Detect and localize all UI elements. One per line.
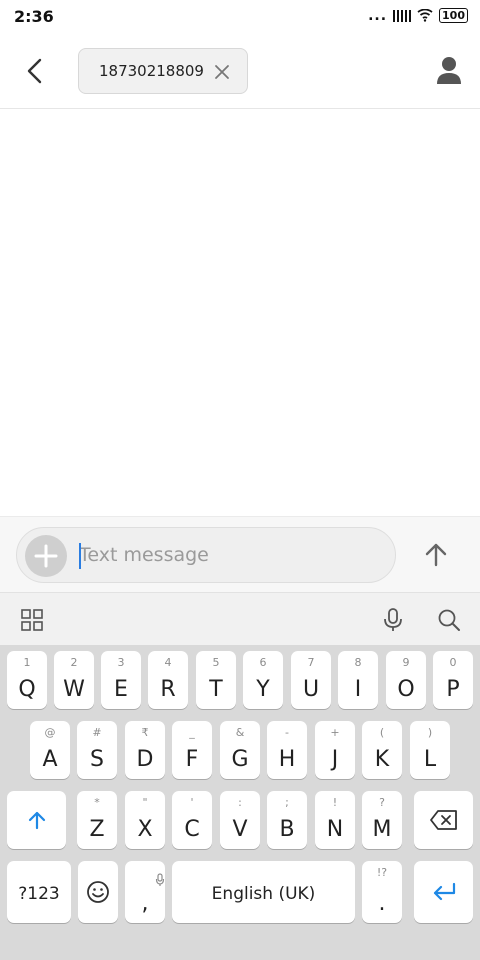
key-z[interactable]: * Z xyxy=(77,791,117,849)
wifi-icon xyxy=(417,9,433,22)
key-b[interactable]: ; B xyxy=(267,791,307,849)
comma-key[interactable]: , xyxy=(125,861,165,923)
key-g[interactable]: & G xyxy=(220,721,260,779)
plus-icon xyxy=(34,544,58,568)
status-time: 2:36 xyxy=(14,7,54,26)
key-m[interactable]: ? M xyxy=(362,791,402,849)
shift-icon xyxy=(28,811,45,830)
key-h[interactable]: -H xyxy=(267,721,307,779)
text-caret xyxy=(79,543,81,569)
key-n[interactable]: ! N xyxy=(315,791,355,849)
key-j[interactable]: + J xyxy=(315,721,355,779)
period-key[interactable]: !?. xyxy=(362,861,402,923)
send-button[interactable] xyxy=(418,537,454,573)
key-k[interactable]: (K xyxy=(362,721,402,779)
enter-icon xyxy=(433,882,455,901)
key-c[interactable]: ' C xyxy=(172,791,212,849)
key-r[interactable]: 4R xyxy=(148,651,188,709)
status-dots: ... xyxy=(368,7,388,24)
status-icons: ... 100 xyxy=(368,8,468,23)
key-s[interactable]: # S xyxy=(77,721,117,779)
compose-bar xyxy=(0,516,480,592)
contact-button[interactable] xyxy=(434,54,464,88)
emoji-key[interactable] xyxy=(78,861,118,923)
key-a[interactable]: @ A xyxy=(30,721,70,779)
message-list xyxy=(0,110,480,516)
key-e[interactable]: 3E xyxy=(101,651,141,709)
microphone-icon[interactable] xyxy=(380,607,406,633)
emoji-icon xyxy=(87,881,109,903)
enter-key[interactable] xyxy=(414,861,473,923)
apps-grid-icon[interactable] xyxy=(19,607,45,633)
space-key[interactable]: English (UK) xyxy=(172,861,355,923)
backspace-key[interactable] xyxy=(414,791,473,849)
signal-icon xyxy=(393,9,412,22)
key-i[interactable]: 8I xyxy=(338,651,378,709)
key-p[interactable]: 0P xyxy=(433,651,473,709)
message-input[interactable] xyxy=(79,528,379,582)
key-u[interactable]: 7U xyxy=(291,651,331,709)
add-attachment-button[interactable] xyxy=(25,535,67,577)
symbols-key[interactable]: ?123 xyxy=(7,861,71,923)
key-o[interactable]: 9O xyxy=(386,651,426,709)
key-d[interactable]: ₹ D xyxy=(125,721,165,779)
send-arrow-icon xyxy=(425,543,447,567)
key-l[interactable]: ) L xyxy=(410,721,450,779)
key-x[interactable]: " X xyxy=(125,791,165,849)
contact-icon xyxy=(437,57,461,84)
conversation-header: 18730218809 xyxy=(0,34,480,109)
keyboard-toolbar xyxy=(0,592,480,645)
back-arrow-icon xyxy=(27,58,42,84)
shift-key[interactable] xyxy=(7,791,66,849)
key-v[interactable]: :V xyxy=(220,791,260,849)
recipient-number: 18730218809 xyxy=(99,62,204,80)
search-icon[interactable] xyxy=(436,607,462,633)
compose-field xyxy=(16,527,396,583)
close-icon[interactable] xyxy=(213,63,231,81)
microphone-small-icon xyxy=(155,873,165,886)
key-t[interactable]: 5T xyxy=(196,651,236,709)
status-bar: 2:36 ... 100 xyxy=(0,0,480,34)
back-button[interactable] xyxy=(18,54,52,88)
key-w[interactable]: 2W xyxy=(54,651,94,709)
battery-icon: 100 xyxy=(439,8,468,23)
key-f[interactable]: _ F xyxy=(172,721,212,779)
keyboard: 1Q 2W 3E 4R 5T 6Y 7U 8I 9O 0P @ A # S ₹ D _… xyxy=(0,645,480,960)
key-q[interactable]: 1Q xyxy=(7,651,47,709)
backspace-icon xyxy=(429,810,457,830)
recipient-chip[interactable]: 18730218809 xyxy=(78,48,248,94)
key-y[interactable]: 6Y xyxy=(243,651,283,709)
